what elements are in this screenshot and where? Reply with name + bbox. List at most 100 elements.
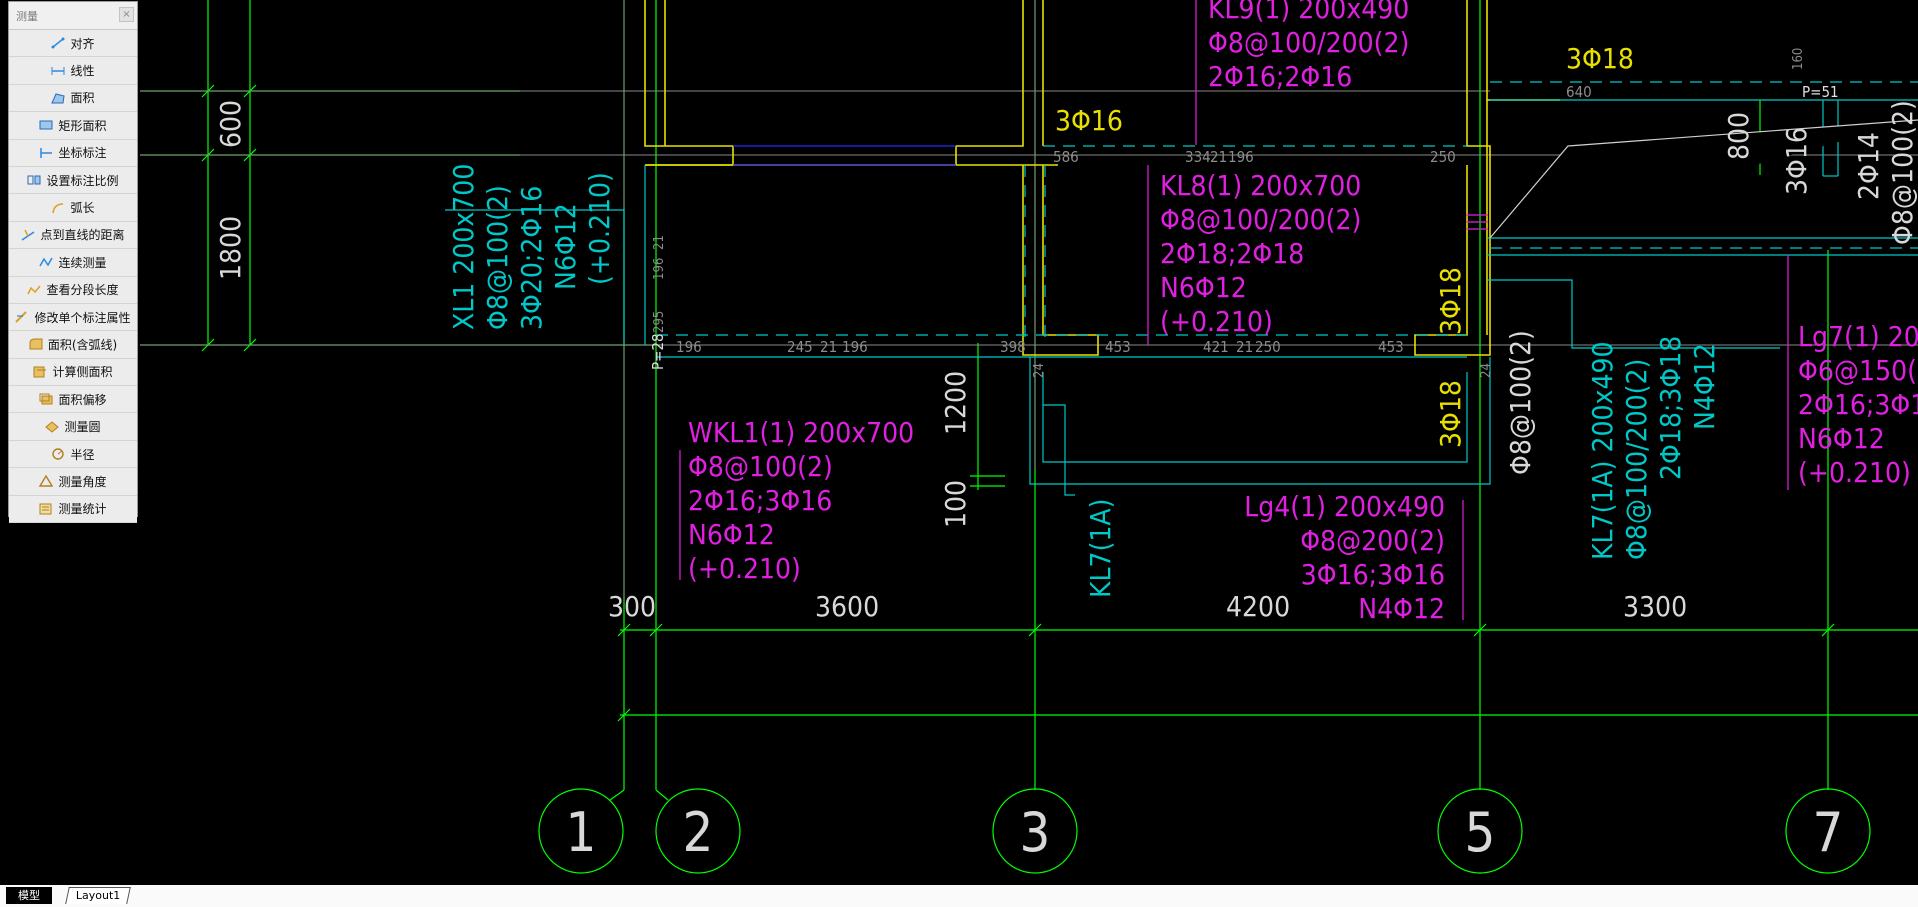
svg-text:21: 21	[820, 338, 837, 356]
beam-label: 3Φ16;3Φ16	[1301, 558, 1445, 591]
beam-label: Φ8@100/200(2)	[1208, 26, 1409, 59]
cad-drawing[interactable]: KL9(1) 200x490 Φ8@100/200(2) 2Φ16;2Φ16 K…	[0, 0, 1918, 907]
measure-tool-angle[interactable]: 测量角度	[9, 468, 137, 496]
measure-tool-circle-measure[interactable]: 测量圆	[9, 413, 137, 441]
svg-text:250: 250	[1430, 148, 1456, 166]
measure-tool-side-area[interactable]: 计算侧面积	[9, 358, 137, 387]
beam-label: (+0.210)	[688, 552, 801, 585]
beam-label: N6Φ12	[1160, 271, 1247, 304]
measure-tool-arc-length[interactable]: 弧长	[9, 194, 137, 222]
measure-tool-label: 测量圆	[64, 420, 101, 435]
dim-text: 1800	[214, 216, 247, 280]
measure-tool-linear-dimension[interactable]: 线性	[9, 57, 137, 85]
panel-title: 测量	[16, 10, 38, 23]
statistics-icon	[39, 503, 53, 515]
beam-label: Φ8@200(2)	[1300, 524, 1445, 557]
dim-text: 100	[939, 480, 972, 528]
panel-close-button[interactable]: ×	[119, 7, 134, 22]
dim-text: 600	[214, 100, 247, 148]
side-area-icon	[33, 366, 47, 378]
rebar-label: 3Φ18	[1434, 267, 1467, 335]
beam-label: 2Φ18;3Φ18	[1654, 336, 1687, 480]
svg-text:196: 196	[842, 338, 868, 356]
scale-icon	[27, 174, 41, 186]
measure-tool-rect-area[interactable]: 矩形面积	[9, 112, 137, 140]
measure-tool-label: 面积(含弧线)	[47, 337, 118, 352]
measure-tool-area[interactable]: 面积	[9, 84, 137, 113]
beam-label: N6Φ12	[1798, 422, 1885, 455]
measure-tool-label: 面积	[70, 91, 95, 106]
axis-labels: 1 2 3 5 7	[566, 801, 1844, 864]
measure-tool-radius[interactable]: 半径	[9, 440, 137, 469]
beam-label: Lg4(1) 200x490	[1244, 490, 1445, 523]
beam-label: (+0.210)	[583, 172, 616, 285]
beam-label: Φ8@100/200(2)	[1620, 359, 1653, 560]
layout-tab-bar: 模型 Layout1	[0, 885, 1918, 907]
rebar-label: 2Φ14	[1852, 132, 1885, 200]
cad-model-space[interactable]: KL9(1) 200x490 Φ8@100/200(2) 2Φ16;2Φ16 K…	[0, 0, 1918, 907]
beam-label: 3Φ20;2Φ16	[515, 186, 548, 330]
rebar-label: 3Φ16	[1055, 104, 1123, 137]
measure-tool-edit-dimension[interactable]: 修改单个标注属性	[9, 303, 137, 332]
measure-tool-coordinate[interactable]: 坐标标注	[9, 139, 137, 167]
measure-tool-arc-area[interactable]: 面积(含弧线)	[9, 331, 137, 359]
tab-layout1[interactable]: Layout1	[65, 887, 132, 904]
measure-tool-label: 测量角度	[58, 474, 107, 489]
beam-label: (+0.210)	[1798, 456, 1911, 489]
measure-tool-scale[interactable]: 设置标注比例	[9, 166, 137, 195]
measure-tool-point-line-distance[interactable]: 点到直线的距离	[9, 221, 137, 250]
measure-tool-segment-length[interactable]: 查看分段长度	[9, 276, 137, 304]
point-line-distance-icon	[21, 229, 35, 241]
continuous-measure-icon	[39, 256, 54, 268]
tab-layout1-label: Layout1	[75, 889, 121, 902]
dim-text: 4200	[1226, 590, 1290, 623]
beam-label: N6Φ12	[688, 518, 775, 551]
measure-tool-label: 矩形面积	[58, 118, 107, 133]
panel-header[interactable]: 测量 ×	[9, 2, 137, 30]
svg-text:P=51: P=51	[1802, 83, 1839, 101]
beam-label: Φ8@100(2)	[481, 185, 514, 330]
svg-text:334: 334	[1185, 148, 1211, 166]
rect-area-icon	[39, 119, 53, 131]
magenta-labels: KL9(1) 200x490 Φ8@100/200(2) 2Φ16;2Φ16 K…	[688, 0, 1918, 625]
svg-text:160: 160	[1791, 48, 1806, 70]
beam-label: KL7(1A)	[1084, 499, 1117, 598]
yellow-walls	[644, 0, 1560, 356]
measure-tool-area-offset[interactable]: 面积偏移	[9, 386, 137, 414]
beam-label: 2Φ16;2Φ16	[1208, 60, 1352, 93]
measure-tool-continuous-measure[interactable]: 连续测量	[9, 249, 137, 277]
measure-tool-statistics[interactable]: 测量统计	[9, 495, 137, 524]
dim-text: 300	[608, 590, 656, 623]
yellow-labels: 3Φ16 3Φ18 3Φ18 3Φ18	[1055, 42, 1634, 448]
segment-length-icon	[27, 284, 42, 296]
dim-text: 1200	[939, 371, 972, 435]
measure-tool-label: 线性	[70, 64, 95, 79]
dim-text: 3300	[1623, 590, 1687, 623]
axis-label-1: 1	[566, 801, 597, 864]
measure-tool-label: 计算侧面积	[52, 365, 113, 380]
svg-text:24: 24	[1479, 363, 1494, 378]
area-icon	[51, 92, 66, 104]
beam-label: KL7(1A) 200x490	[1586, 341, 1619, 560]
svg-text:421: 421	[1203, 338, 1229, 356]
beam-label: Lg7(1) 200	[1798, 320, 1918, 353]
area-offset-icon	[39, 393, 53, 405]
svg-text:21: 21	[1236, 338, 1253, 356]
measure-tool-label: 弧长	[70, 201, 95, 216]
axis-label-5: 5	[1465, 801, 1496, 864]
arc-length-icon	[51, 202, 65, 214]
beam-label: Φ8@100/200(2)	[1160, 203, 1361, 236]
svg-text:640: 640	[1566, 83, 1592, 101]
edit-dimension-icon	[15, 311, 29, 323]
svg-text:196: 196	[1228, 148, 1254, 166]
svg-text:21: 21	[652, 235, 667, 250]
circle-measure-icon	[45, 421, 60, 433]
rebar-label: 3Φ16	[1780, 127, 1813, 195]
beam-label: KL9(1) 200x490	[1208, 0, 1409, 25]
tab-model[interactable]: 模型	[6, 887, 52, 904]
beam-label: WKL1(1) 200x700	[688, 416, 914, 449]
measure-tool-aligned-dimension[interactable]: 对齐	[9, 30, 137, 58]
svg-text:24: 24	[1032, 363, 1047, 378]
svg-text:245: 245	[787, 338, 813, 356]
arc-area-icon	[29, 338, 43, 350]
